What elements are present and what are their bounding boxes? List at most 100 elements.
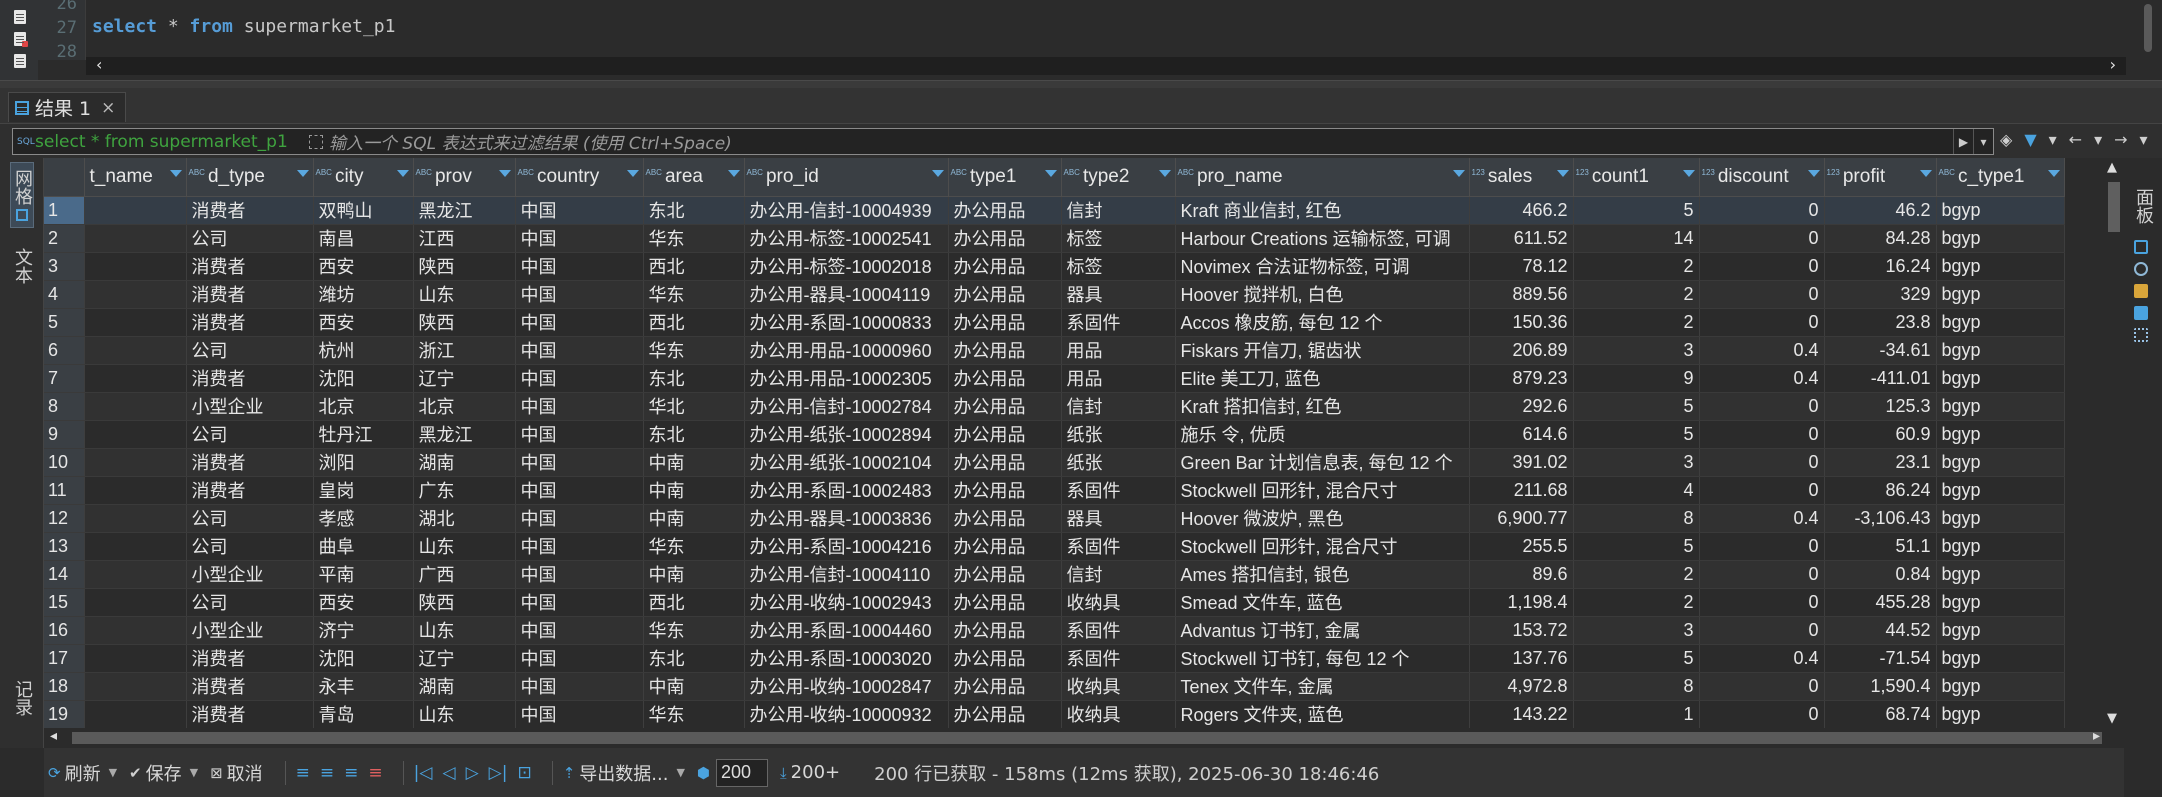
table-cell[interactable]: 办公用-纸张-10002104 [744, 448, 949, 477]
table-cell[interactable]: 中国 [515, 196, 644, 225]
table-cell[interactable]: 1,590.4 [1824, 672, 1937, 701]
table-cell[interactable]: 青岛 [313, 700, 414, 728]
table-cell[interactable]: 455.28 [1824, 588, 1937, 617]
table-cell[interactable]: 中国 [515, 448, 644, 477]
column-header[interactable]: 123 sales [1469, 158, 1574, 197]
table-cell[interactable]: 华东 [643, 280, 745, 309]
table-cell[interactable]: 办公用-标签-10002018 [744, 252, 949, 281]
table-cell[interactable]: 中国 [515, 280, 644, 309]
table-cell[interactable]: 消费者 [186, 644, 314, 673]
table-cell[interactable]: 68.74 [1824, 700, 1937, 728]
column-header[interactable]: ABC area [643, 158, 745, 197]
table-cell[interactable]: 陕西 [413, 252, 516, 281]
row-number[interactable]: 10 [44, 448, 85, 477]
row-number[interactable]: 9 [44, 420, 85, 449]
column-header[interactable]: ABC pro_name [1175, 158, 1470, 197]
table-cell[interactable]: bgyp [1936, 476, 2065, 505]
table-cell[interactable]: 办公用品 [948, 672, 1062, 701]
table-cell[interactable]: 中国 [515, 392, 644, 421]
table-cell[interactable]: Harbour Creations 运输标签, 可调 [1175, 224, 1470, 253]
table-cell[interactable]: 46.2 [1824, 196, 1937, 225]
table-cell[interactable]: 329 [1824, 280, 1937, 309]
column-header[interactable]: ABC type2 [1061, 158, 1176, 197]
table-cell[interactable]: bgyp [1936, 448, 2065, 477]
first-page-icon[interactable]: |◁ [414, 763, 433, 783]
table-cell[interactable]: 125.3 [1824, 392, 1937, 421]
tab-grid-view[interactable]: 网格 [10, 162, 34, 228]
table-cell[interactable]: 89.6 [1469, 560, 1574, 589]
table-cell[interactable]: 614.6 [1469, 420, 1574, 449]
table-cell[interactable]: 东北 [643, 196, 745, 225]
apply-filter-icon[interactable]: ▶ [1953, 129, 1973, 154]
table-cell[interactable]: 4,972.8 [1469, 672, 1574, 701]
table-cell[interactable]: 8 [1573, 672, 1700, 701]
last-page-icon[interactable]: ▷| [489, 763, 508, 783]
cancel-button[interactable]: ⊠ 取消 [210, 760, 263, 786]
table-cell[interactable]: 办公用-收纳-10002847 [744, 672, 949, 701]
table-cell[interactable]: 北京 [313, 392, 414, 421]
sort-filter-icon[interactable] [169, 170, 182, 177]
table-cell[interactable]: 1,198.4 [1469, 588, 1574, 617]
table-row[interactable]: 10 消费者 浏阳 湖南 中国 中南 办公用-纸张-10002104 办公用品 纸张 Green … [44, 448, 2065, 477]
table-cell[interactable] [84, 280, 187, 309]
table-cell[interactable]: 公司 [186, 588, 314, 617]
table-cell[interactable]: 华北 [643, 392, 745, 421]
scrollbar-thumb[interactable] [72, 732, 2102, 744]
table-cell[interactable]: 78.12 [1469, 252, 1574, 281]
table-cell[interactable]: 0 [1699, 672, 1825, 701]
table-cell[interactable]: 辽宁 [413, 364, 516, 393]
table-cell[interactable]: Hoover 搅拌机, 白色 [1175, 280, 1470, 309]
table-cell[interactable]: Advantus 订书钉, 金属 [1175, 616, 1470, 645]
table-cell[interactable]: 黑龙江 [413, 196, 516, 225]
table-cell[interactable]: 153.72 [1469, 616, 1574, 645]
filter-history-icon[interactable]: ▾ [1973, 129, 1993, 154]
table-cell[interactable]: Ames 搭扣信封, 银色 [1175, 560, 1470, 589]
table-row[interactable]: 2 公司 南昌 江西 中国 华东 办公用-标签-10002541 办公用品 标签 Harbour … [44, 224, 2065, 253]
table-cell[interactable]: Tenex 文件车, 金属 [1175, 672, 1470, 701]
scrollbar-thumb[interactable] [2144, 4, 2152, 52]
table-cell[interactable]: 华东 [643, 700, 745, 728]
table-cell[interactable]: 公司 [186, 504, 314, 533]
table-cell[interactable]: 办公用品 [948, 616, 1062, 645]
table-cell[interactable]: 平南 [313, 560, 414, 589]
table-cell[interactable]: 60.9 [1824, 420, 1937, 449]
table-cell[interactable]: 办公用品 [948, 336, 1062, 365]
table-row[interactable]: 3 消费者 西安 陕西 中国 西北 办公用-标签-10002018 办公用品 标签 Novimex… [44, 252, 2065, 281]
table-row[interactable]: 18 消费者 永丰 湖南 中国 中南 办公用-收纳-10002847 办公用品 收纳具 Tenex… [44, 672, 2065, 701]
table-cell[interactable]: 0 [1699, 308, 1825, 337]
table-cell[interactable]: 系固件 [1061, 644, 1176, 673]
table-cell[interactable]: 2 [1573, 560, 1700, 589]
scroll-right-icon[interactable]: › [2110, 55, 2116, 74]
table-cell[interactable]: 0 [1699, 532, 1825, 561]
table-cell[interactable] [84, 532, 187, 561]
column-header[interactable]: 123 count1 [1573, 158, 1700, 197]
editor-vertical-scrollbar[interactable] [2134, 0, 2162, 80]
table-cell[interactable] [84, 448, 187, 477]
column-header[interactable]: ABC country [515, 158, 644, 197]
value-viewer-icon[interactable] [2134, 240, 2148, 254]
table-cell[interactable]: 5 [1573, 644, 1700, 673]
table-cell[interactable]: 5 [1573, 196, 1700, 225]
column-header[interactable]: ABC type1 [948, 158, 1062, 197]
table-cell[interactable]: 0.84 [1824, 560, 1937, 589]
table-cell[interactable]: 华东 [643, 616, 745, 645]
table-row[interactable]: 13 公司 曲阜 山东 中国 华东 办公用-系固-10004216 办公用品 系固件 Stockw… [44, 532, 2065, 561]
table-cell[interactable]: 广东 [413, 476, 516, 505]
table-cell[interactable]: 办公用品 [948, 560, 1062, 589]
table-cell[interactable]: 211.68 [1469, 476, 1574, 505]
table-cell[interactable]: 3 [1573, 448, 1700, 477]
table-cell[interactable]: 山东 [413, 616, 516, 645]
table-cell[interactable] [84, 392, 187, 421]
row-number[interactable]: 13 [44, 532, 85, 561]
table-cell[interactable]: bgyp [1936, 252, 2065, 281]
column-header[interactable]: ABC prov [413, 158, 516, 197]
table-cell[interactable]: bgyp [1936, 532, 2065, 561]
table-cell[interactable]: 466.2 [1469, 196, 1574, 225]
table-cell[interactable]: 杭州 [313, 336, 414, 365]
table-cell[interactable]: 消费者 [186, 280, 314, 309]
sort-filter-icon[interactable] [1807, 170, 1820, 177]
column-header[interactable]: ABC pro_id [744, 158, 949, 197]
table-cell[interactable]: Rogers 文件夹, 蓝色 [1175, 700, 1470, 728]
grid-horizontal-scrollbar[interactable]: ◂ ▸ [44, 728, 2104, 748]
sort-filter-icon[interactable] [1044, 170, 1057, 177]
